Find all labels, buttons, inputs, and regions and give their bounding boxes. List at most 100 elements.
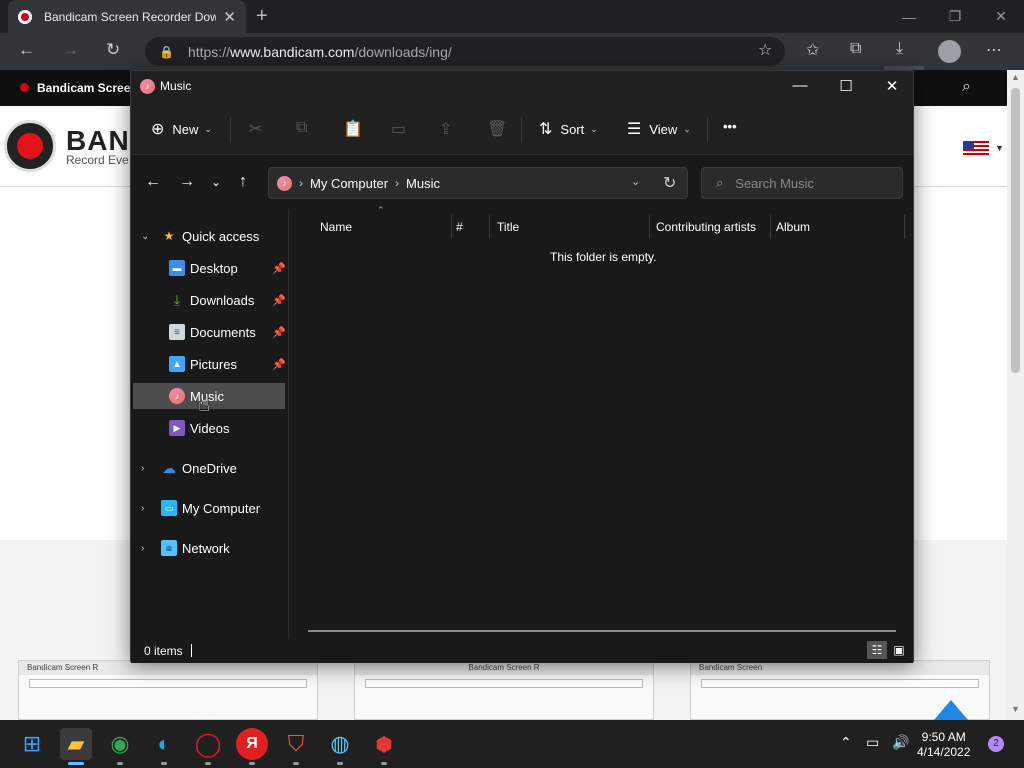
opera-icon[interactable]: ◯ [192, 728, 224, 760]
browser-tab[interactable]: Bandicam Screen Recorder Downloads ✕ [8, 0, 246, 33]
minimize-icon[interactable]: — [886, 0, 932, 33]
edge-icon[interactable]: ◐ [148, 728, 180, 760]
search-input[interactable] [735, 175, 886, 191]
chevron-right-icon[interactable]: › [141, 463, 144, 474]
brave-icon[interactable]: ⛉ [280, 728, 312, 760]
scroll-down-icon[interactable]: ▼ [1011, 704, 1020, 714]
sidebar-onedrive[interactable]: › ☁ OneDrive [131, 455, 288, 481]
add-favorite-icon[interactable]: ☆ [758, 40, 772, 60]
pin-icon[interactable]: 📌 [272, 294, 286, 307]
sidebar-item-documents[interactable]: ≡ Documents 📌 [131, 319, 288, 345]
scrollbar-thumb[interactable] [1011, 88, 1020, 373]
horizontal-scrollbar[interactable] [308, 630, 896, 632]
file-explorer-window: ♪ Music — ☐ ✕ ⊕ New ⌄ ✂ ⧉ 📋 ▭ ⇪ 🗑 ⇅ Sort… [130, 70, 914, 663]
up-arrow-icon[interactable]: ↑ [239, 173, 247, 191]
chrome-icon[interactable]: ◉ [104, 728, 136, 760]
scroll-top-icon[interactable] [934, 700, 968, 720]
column-separator[interactable] [489, 215, 490, 239]
page-scrollbar[interactable] [1007, 70, 1024, 720]
breadcrumb-music[interactable]: Music [406, 176, 440, 191]
view-button[interactable]: ☰ View ⌄ [627, 119, 691, 139]
chevron-right-icon[interactable]: › [141, 543, 144, 554]
cut-icon[interactable]: ✂ [249, 119, 262, 139]
start-windows-icon[interactable]: ⊞ [16, 728, 48, 760]
explorer-titlebar[interactable]: ♪ Music — ☐ ✕ [131, 71, 913, 103]
chevron-down-icon: ⌄ [683, 123, 691, 134]
back-icon[interactable]: ← [18, 40, 35, 60]
new-button[interactable]: ⊕ New ⌄ [151, 119, 212, 139]
copy-icon[interactable]: ⧉ [296, 119, 307, 137]
new-tab-icon[interactable]: + [256, 5, 268, 28]
column-separator[interactable] [451, 215, 452, 239]
download-icon[interactable]: ⤓ [896, 40, 903, 58]
sidebar-item-videos[interactable]: ▶ Videos [131, 415, 288, 441]
site-search-icon[interactable]: ⌕ [962, 78, 971, 96]
close-window-icon[interactable]: ✕ [978, 0, 1024, 33]
sidebar-item-downloads[interactable]: ⤓ Downloads 📌 [131, 287, 288, 313]
rename-icon[interactable]: ▭ [391, 119, 406, 139]
column-header-album[interactable]: Album [776, 215, 810, 239]
column-header-contributing-artists[interactable]: Contributing artists [656, 215, 756, 239]
collections-icon[interactable]: ⧉ [850, 40, 861, 58]
column-header-name[interactable]: Name [320, 215, 352, 239]
sort-button[interactable]: ⇅ Sort ⌄ [539, 119, 598, 139]
us-flag-icon[interactable] [963, 141, 989, 157]
close-tab-icon[interactable]: ✕ [223, 8, 236, 26]
sidebar-my-computer[interactable]: › ▭ My Computer [131, 495, 288, 521]
chevron-right-icon[interactable]: › [395, 176, 399, 190]
browser-globe-icon[interactable]: ◍ [324, 728, 356, 760]
volume-icon[interactable]: 🔊 [892, 734, 909, 751]
explorer-minimize-icon[interactable]: — [777, 77, 823, 94]
running-indicator [249, 762, 255, 765]
chevron-right-icon[interactable]: › [299, 176, 303, 190]
column-header-title[interactable]: Title [497, 215, 519, 239]
address-dropdown-icon[interactable]: ⌄ [631, 175, 640, 188]
restore-icon[interactable]: ❐ [932, 0, 978, 33]
profile-avatar[interactable] [938, 40, 961, 63]
bandicam-logo-icon[interactable] [4, 120, 56, 172]
address-bar[interactable]: 🔒 https://www.bandicam.com/downloads/ing… [145, 37, 785, 66]
column-separator[interactable] [770, 215, 771, 239]
show-hidden-icons-icon[interactable]: ⌃ [840, 734, 852, 751]
network-status-icon[interactable]: ▭ [866, 734, 879, 751]
taskbar-clock[interactable]: 9:50 AM 4/14/2022 [917, 730, 970, 760]
forward-arrow-icon[interactable]: → [179, 173, 195, 191]
pin-icon[interactable]: 📌 [272, 326, 286, 339]
details-view-icon[interactable]: ☷ [867, 641, 887, 659]
pin-icon[interactable]: 📌 [272, 262, 286, 275]
breadcrumb-my-computer[interactable]: My Computer [310, 176, 388, 191]
forward-icon[interactable]: → [62, 40, 79, 60]
chevron-right-icon[interactable]: › [141, 503, 144, 514]
sidebar-item-pictures[interactable]: ▲ Pictures 📌 [131, 351, 288, 377]
reload-icon[interactable]: ↻ [106, 40, 120, 60]
delete-icon[interactable]: 🗑 [487, 119, 507, 139]
column-separator[interactable] [649, 215, 650, 239]
sidebar-network[interactable]: › ⧈ Network [131, 535, 288, 561]
sidebar-quick-access[interactable]: ⌄ ★ Quick access [131, 223, 288, 249]
file-explorer-icon[interactable]: ▰ [60, 728, 92, 760]
yandex-browser-icon[interactable]: Я [236, 728, 268, 760]
more-menu-icon[interactable]: ⋯ [986, 40, 1002, 60]
share-icon[interactable]: ⇪ [439, 119, 452, 139]
bandicam-taskbar-icon[interactable]: ⬢ [368, 728, 400, 760]
paste-icon[interactable]: 📋 [343, 119, 363, 139]
column-separator[interactable] [904, 215, 905, 239]
explorer-close-icon[interactable]: ✕ [869, 77, 915, 95]
breadcrumb[interactable]: ♪ › My Computer › Music ⌄ ↻ [268, 167, 688, 199]
favorites-icon[interactable]: ✩ [806, 40, 819, 60]
search-box[interactable]: ⌕ [701, 167, 903, 199]
pin-icon[interactable]: 📌 [272, 358, 286, 371]
chevron-down-icon[interactable]: ⌄ [141, 231, 149, 242]
back-arrow-icon[interactable]: ← [145, 173, 161, 191]
recent-locations-icon[interactable]: ⌄ [211, 175, 221, 189]
more-options-icon[interactable]: ••• [723, 119, 737, 134]
sidebar-item-desktop[interactable]: ▬ Desktop 📌 [131, 255, 288, 281]
language-caret-icon[interactable]: ▼ [995, 143, 1004, 153]
column-header-number[interactable]: # [456, 215, 463, 239]
scroll-up-icon[interactable]: ▲ [1011, 72, 1020, 82]
site-bar-brand[interactable]: Bandicam Screen [20, 81, 138, 95]
refresh-icon[interactable]: ↻ [663, 173, 676, 193]
large-icons-view-icon[interactable]: ▣ [889, 641, 909, 659]
notification-badge[interactable]: 2 [988, 736, 1004, 752]
explorer-maximize-icon[interactable]: ☐ [823, 77, 869, 95]
